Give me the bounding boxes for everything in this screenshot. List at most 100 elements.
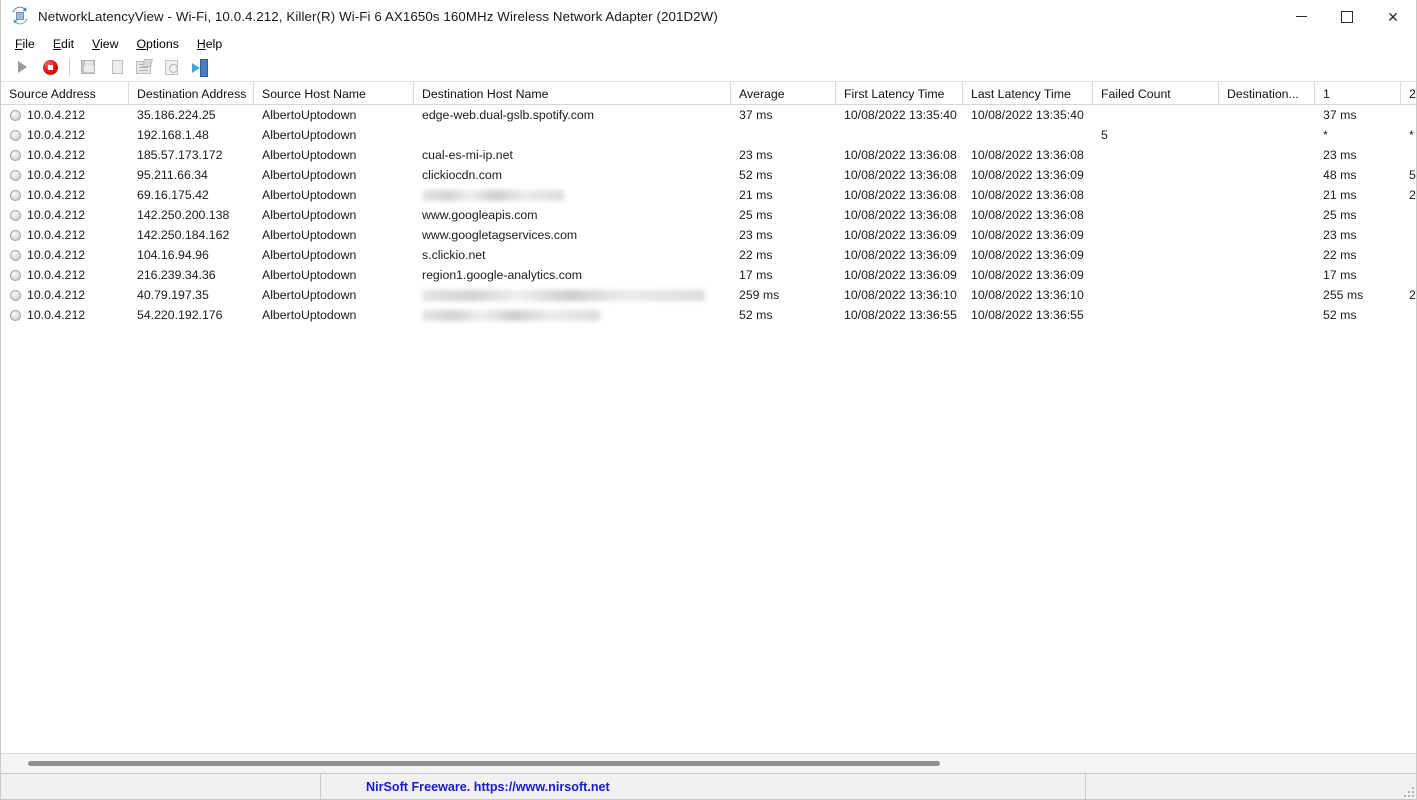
column-header-9[interactable]: 1 — [1315, 82, 1401, 105]
column-header-10[interactable]: 2 — [1401, 82, 1416, 105]
cell-first_latency_time: 10/08/2022 13:36:08 — [836, 165, 963, 185]
cell-text: 10/08/2022 13:36:08 — [971, 188, 1084, 202]
cell-text: 55 — [1409, 168, 1416, 182]
start-capture-button[interactable] — [10, 56, 35, 79]
scrollbar-thumb[interactable] — [28, 761, 940, 766]
column-header-label: First Latency Time — [844, 86, 945, 101]
cell-average: 17 ms — [731, 265, 836, 285]
properties-button[interactable] — [131, 56, 156, 79]
table-row[interactable]: 10.0.4.212 69.16.175.42 AlbertoUptodown 21 … — [1, 185, 1416, 205]
column-header-label: 2 — [1409, 86, 1416, 101]
stop-capture-button[interactable] — [38, 56, 63, 79]
scrollbar-track[interactable] — [7, 757, 1410, 771]
cell-failed_count — [1093, 225, 1219, 245]
menu-options[interactable]: Options — [129, 35, 187, 53]
close-icon[interactable]: ✕ — [1370, 0, 1416, 33]
cell-average: 25 ms — [731, 205, 836, 225]
copy-icon — [108, 59, 123, 74]
cell-text: AlbertoUptodown — [262, 288, 357, 302]
table-row[interactable]: 10.0.4.212 95.211.66.34 AlbertoUptodown cli… — [1, 165, 1416, 185]
cell-text: 48 ms — [1323, 168, 1357, 182]
row-status-icon — [10, 269, 21, 281]
copy-button[interactable] — [103, 56, 128, 79]
horizontal-scrollbar[interactable] — [1, 753, 1416, 773]
cell-source_host_name: AlbertoUptodown — [254, 105, 414, 125]
column-header-label: Failed Count — [1101, 86, 1171, 101]
row-status-icon — [10, 149, 21, 161]
cell-text: 23 ms — [1323, 228, 1357, 242]
menu-file[interactable]: File — [8, 35, 44, 53]
nirsoft-link[interactable]: NirSoft Freeware. https://www.nirsoft.ne… — [366, 780, 610, 794]
cell-text: 10.0.4.212 — [27, 288, 86, 302]
column-header-label: Destination... — [1227, 86, 1299, 101]
cell-text: AlbertoUptodown — [262, 308, 357, 322]
exit-button[interactable] — [187, 56, 212, 79]
cell-first_latency_time: 10/08/2022 13:36:08 — [836, 185, 963, 205]
status-pane-2: NirSoft Freeware. https://www.nirsoft.ne… — [321, 774, 1086, 799]
cell-text: 10.0.4.212 — [27, 148, 86, 162]
column-header-0[interactable]: Source Address — [1, 82, 129, 105]
cell-destination_host_name — [414, 305, 731, 325]
menu-help[interactable]: Help — [190, 35, 231, 53]
resize-grip-icon[interactable] — [1402, 785, 1414, 797]
cell-text: 17 ms — [739, 268, 773, 282]
cell-c2 — [1401, 205, 1416, 225]
cell-text: 10/08/2022 13:36:55 — [971, 308, 1084, 322]
cell-source_host_name: AlbertoUptodown — [254, 185, 414, 205]
cell-text: 37 ms — [739, 108, 773, 122]
column-header-3[interactable]: Destination Host Name — [414, 82, 731, 105]
cell-text: 21 ms — [1323, 188, 1357, 202]
titlebar[interactable]: NetworkLatencyView - Wi-Fi, 10.0.4.212, … — [1, 0, 1416, 33]
cell-text: 192.168.1.48 — [137, 128, 209, 142]
table-row[interactable]: 10.0.4.212 192.168.1.48 AlbertoUptodown 5 * * — [1, 125, 1416, 145]
cell-text: 95.211.66.34 — [137, 168, 208, 182]
table-row[interactable]: 10.0.4.212 35.186.224.25 AlbertoUptodown ed… — [1, 105, 1416, 125]
minimize-icon[interactable] — [1278, 0, 1324, 33]
cell-average: 52 ms — [731, 165, 836, 185]
cell-source_host_name: AlbertoUptodown — [254, 225, 414, 245]
column-header-8[interactable]: Destination... — [1219, 82, 1315, 105]
cell-failed_count — [1093, 245, 1219, 265]
row-status-icon — [10, 109, 21, 121]
cell-text: 10/08/2022 13:36:10 — [844, 288, 957, 302]
table-row[interactable]: 10.0.4.212 142.250.200.138 AlbertoUptodown… — [1, 205, 1416, 225]
column-header-4[interactable]: Average — [731, 82, 836, 105]
cell-c2: 21 — [1401, 185, 1416, 205]
cell-text: 10/08/2022 13:36:09 — [971, 168, 1084, 182]
html-report-button[interactable] — [159, 56, 184, 79]
table-row[interactable]: 10.0.4.212 185.57.173.172 AlbertoUptodown c… — [1, 145, 1416, 165]
cell-text: 17 ms — [1323, 268, 1357, 282]
column-header-1[interactable]: Destination Address — [129, 82, 254, 105]
cell-text: 10/08/2022 13:35:40 — [844, 108, 957, 122]
table-row[interactable]: 10.0.4.212 142.250.184.162 AlbertoUptodown… — [1, 225, 1416, 245]
table-row[interactable]: 10.0.4.212 216.239.34.36 AlbertoUptodown re… — [1, 265, 1416, 285]
table-row[interactable]: 10.0.4.212 40.79.197.35 AlbertoUptodown 259… — [1, 285, 1416, 305]
column-header-2[interactable]: Source Host Name — [254, 82, 414, 105]
cell-text: AlbertoUptodown — [262, 208, 357, 222]
table-row[interactable]: 10.0.4.212 104.16.94.96 AlbertoUptodown s.c… — [1, 245, 1416, 265]
cell-source_host_name: AlbertoUptodown — [254, 125, 414, 145]
column-header-label: Source Host Name — [262, 86, 366, 101]
cell-destination_host_name: cual-es-mi-ip.net — [414, 145, 731, 165]
cell-average — [731, 125, 836, 145]
window-controls: ✕ — [1278, 0, 1416, 33]
maximize-icon[interactable] — [1324, 0, 1370, 33]
cell-text: * — [1323, 128, 1328, 142]
cell-failed_count — [1093, 305, 1219, 325]
column-header-6[interactable]: Last Latency Time — [963, 82, 1093, 105]
menu-edit[interactable]: Edit — [46, 35, 83, 53]
cell-text: 10.0.4.212 — [27, 108, 86, 122]
cell-text: 10/08/2022 13:36:08 — [844, 208, 957, 222]
cell-c2: * — [1401, 125, 1416, 145]
column-header-7[interactable]: Failed Count — [1093, 82, 1219, 105]
cell-text: 10/08/2022 13:36:55 — [844, 308, 957, 322]
save-button[interactable] — [75, 56, 100, 79]
cell-last_latency_time: 10/08/2022 13:36:09 — [963, 245, 1093, 265]
menu-view[interactable]: View — [85, 35, 127, 53]
table-row[interactable]: 10.0.4.212 54.220.192.176 AlbertoUptodown 5… — [1, 305, 1416, 325]
cell-text: region1.google-analytics.com — [422, 268, 582, 282]
cell-text: 35.186.224.25 — [137, 108, 216, 122]
toolbar — [1, 54, 1416, 81]
column-header-5[interactable]: First Latency Time — [836, 82, 963, 105]
cell-text: cual-es-mi-ip.net — [422, 148, 513, 162]
